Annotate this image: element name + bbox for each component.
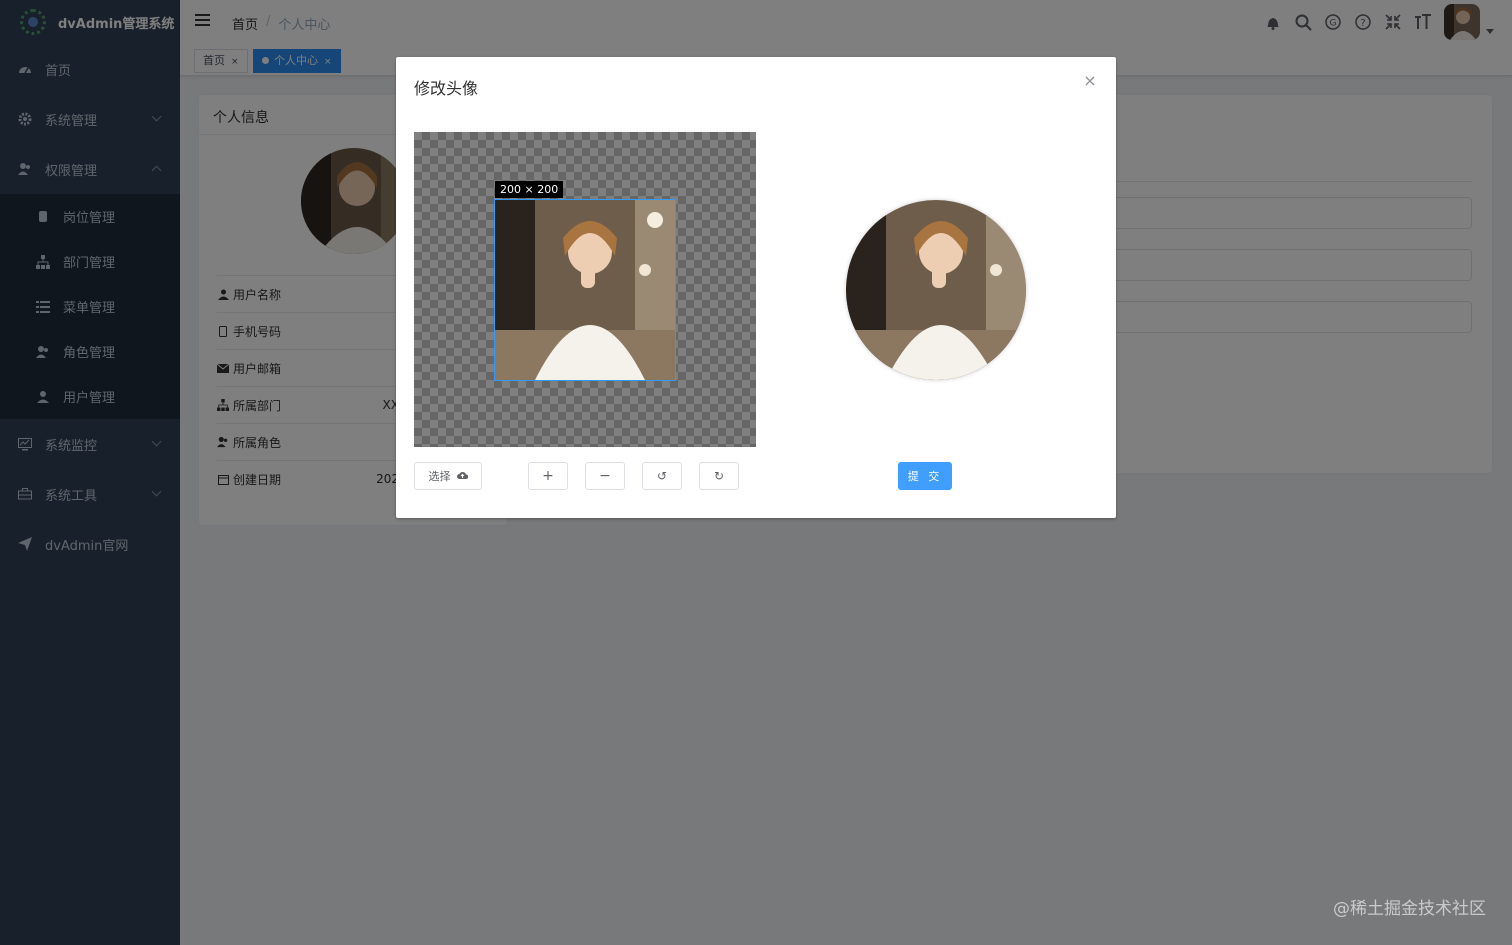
zoom-in-button[interactable]: + (528, 462, 568, 490)
change-avatar-dialog: 修改头像 × 200 × 200 选择 + − ↺ ↻ 提 交 (396, 57, 1116, 518)
rotate-right-button[interactable]: ↻ (699, 462, 739, 490)
upload-cloud-icon (456, 470, 468, 483)
avatar-preview (846, 200, 1026, 380)
submit-button[interactable]: 提 交 (898, 462, 952, 490)
crop-area[interactable] (494, 199, 676, 381)
watermark: @稀土掘金技术社区 (1333, 899, 1486, 919)
crop-size-label: 200 × 200 (495, 181, 564, 198)
rotate-left-button[interactable]: ↺ (642, 462, 682, 490)
zoom-out-button[interactable]: − (585, 462, 625, 490)
image-cropper[interactable]: 200 × 200 (414, 132, 756, 447)
select-label: 选择 (428, 470, 451, 483)
close-icon[interactable]: × (1082, 73, 1098, 89)
dialog-title: 修改头像 (414, 79, 479, 98)
select-image-button[interactable]: 选择 (414, 462, 482, 490)
